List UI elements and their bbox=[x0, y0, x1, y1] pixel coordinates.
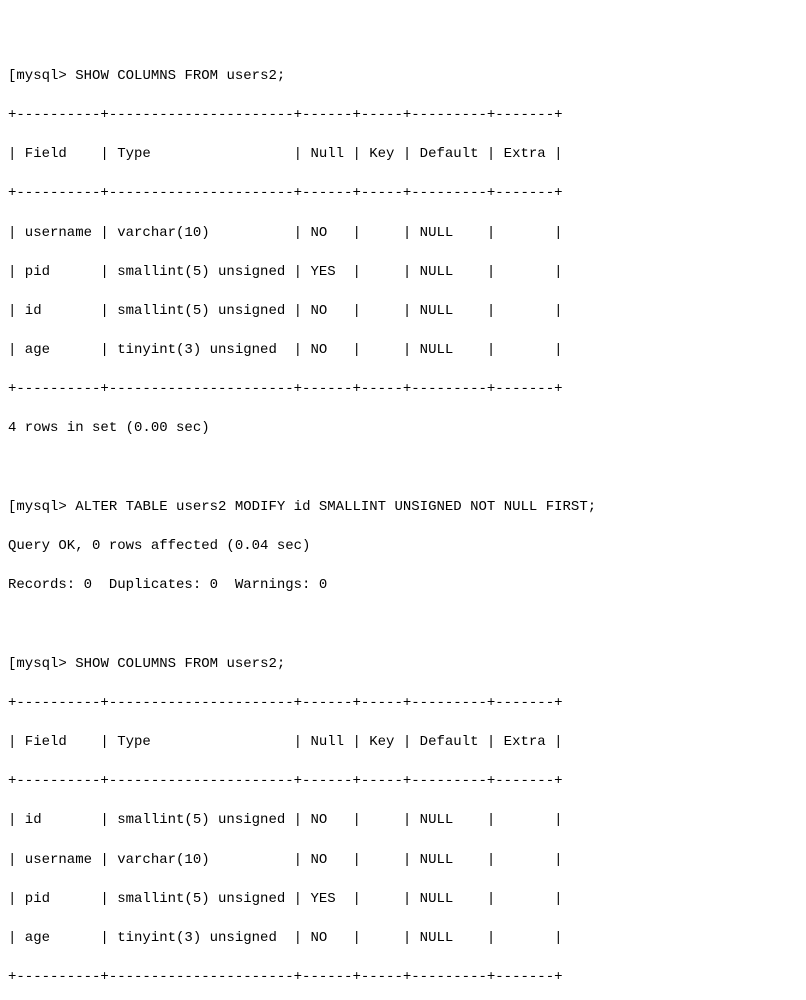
table1-border-top: +----------+----------------------+-----… bbox=[8, 106, 798, 126]
prompt-line-2: [mysql> ALTER TABLE users2 MODIFY id SMA… bbox=[8, 498, 798, 518]
table1-row: | pid | smallint(5) unsigned | YES | | N… bbox=[8, 263, 798, 283]
table2-border-bot: +----------+----------------------+-----… bbox=[8, 968, 798, 988]
prompt: mysql> bbox=[16, 68, 66, 84]
table2-border-mid: +----------+----------------------+-----… bbox=[8, 772, 798, 792]
table1-border-mid: +----------+----------------------+-----… bbox=[8, 184, 798, 204]
table1-summary: 4 rows in set (0.00 sec) bbox=[8, 419, 798, 439]
prompt: mysql> bbox=[16, 656, 66, 672]
table1-row: | id | smallint(5) unsigned | NO | | NUL… bbox=[8, 302, 798, 322]
table1-row: | age | tinyint(3) unsigned | NO | | NUL… bbox=[8, 341, 798, 361]
table2-row: | age | tinyint(3) unsigned | NO | | NUL… bbox=[8, 929, 798, 949]
command-alter: ALTER TABLE users2 MODIFY id SMALLINT UN… bbox=[75, 499, 596, 515]
alter-result-2: Records: 0 Duplicates: 0 Warnings: 0 bbox=[8, 576, 798, 596]
table2-row: | id | smallint(5) unsigned | NO | | NUL… bbox=[8, 811, 798, 831]
table2-border-top: +----------+----------------------+-----… bbox=[8, 694, 798, 714]
table1-header: | Field | Type | Null | Key | Default | … bbox=[8, 145, 798, 165]
blank-line bbox=[8, 615, 798, 635]
command-show-2: SHOW COLUMNS FROM users2; bbox=[75, 656, 285, 672]
command-show-1: SHOW COLUMNS FROM users2; bbox=[75, 68, 285, 84]
prompt-line-3: [mysql> SHOW COLUMNS FROM users2; bbox=[8, 655, 798, 675]
table1-row: | username | varchar(10) | NO | | NULL |… bbox=[8, 224, 798, 244]
table2-header: | Field | Type | Null | Key | Default | … bbox=[8, 733, 798, 753]
table2-row: | pid | smallint(5) unsigned | YES | | N… bbox=[8, 890, 798, 910]
prompt: mysql> bbox=[16, 499, 66, 515]
prompt-line-1: [mysql> SHOW COLUMNS FROM users2; bbox=[8, 67, 798, 87]
table2-row: | username | varchar(10) | NO | | NULL |… bbox=[8, 851, 798, 871]
blank-line bbox=[8, 459, 798, 479]
table1-border-bot: +----------+----------------------+-----… bbox=[8, 380, 798, 400]
alter-result-1: Query OK, 0 rows affected (0.04 sec) bbox=[8, 537, 798, 557]
